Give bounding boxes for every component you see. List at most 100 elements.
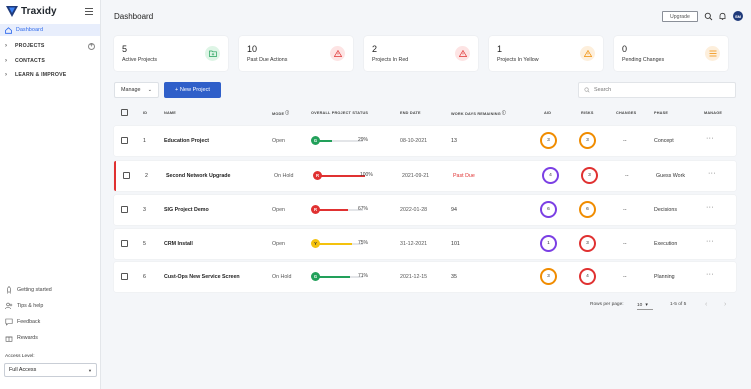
sidebar-item-learn-improve[interactable]: › LEARN & IMPROVE xyxy=(0,69,100,81)
status-progress-track xyxy=(321,175,365,177)
bell-icon[interactable] xyxy=(718,12,727,21)
project-name[interactable]: Cust-Ops New Service Screen xyxy=(164,274,240,280)
stat-card[interactable]: 1 Projects In Yellow xyxy=(489,36,603,71)
work-days-remaining: 35 xyxy=(451,274,457,280)
next-page-icon[interactable]: › xyxy=(724,301,726,308)
stat-label: Pending Changes xyxy=(622,57,665,63)
rows-per-page-label: Rows per page: xyxy=(590,302,624,307)
folder-icon xyxy=(205,46,220,61)
more-options-icon[interactable]: ··· xyxy=(706,135,714,142)
column-header-mode[interactable]: MODE ⓘ xyxy=(272,111,289,116)
end-date: 31-12-2021 xyxy=(400,241,428,247)
column-header-phase[interactable]: PHASE xyxy=(654,111,668,115)
previous-page-icon[interactable]: ‹ xyxy=(705,301,707,308)
table-row[interactable]: 1 Education Project Open G 29% 08-10-202… xyxy=(114,126,736,156)
column-header-status[interactable]: OVERALL PROJECT STATUS xyxy=(311,111,368,115)
aid-count[interactable]: 3 xyxy=(540,268,557,285)
column-header-aid[interactable]: AID xyxy=(544,111,551,115)
warning-icon xyxy=(455,46,470,61)
upgrade-button[interactable]: Upgrade xyxy=(662,11,698,22)
sidebar-item-label: Dashboard xyxy=(16,27,44,33)
manage-dropdown[interactable]: Manage ⌄ xyxy=(114,82,159,98)
overall-status: G 29% xyxy=(311,136,377,146)
overall-status: R 100% xyxy=(313,171,379,181)
project-name[interactable]: Second Network Upgrade xyxy=(166,173,230,179)
row-checkbox[interactable] xyxy=(123,172,130,179)
row-checkbox[interactable] xyxy=(121,273,128,280)
row-checkbox[interactable] xyxy=(121,240,128,247)
risks-count[interactable]: 3 xyxy=(579,132,596,149)
stat-card[interactable]: 5 Active Projects xyxy=(114,36,228,71)
stat-card[interactable]: 0 Pending Changes xyxy=(614,36,728,71)
column-header-name[interactable]: NAME xyxy=(164,111,176,115)
project-id: 5 xyxy=(143,241,146,247)
access-level-label: Access Level: xyxy=(5,354,35,359)
tips-help-link[interactable]: Tips & help xyxy=(5,302,43,310)
more-options-icon[interactable]: ··· xyxy=(708,170,716,177)
column-header-manage[interactable]: MANAGE xyxy=(704,111,722,115)
list-icon xyxy=(705,46,720,61)
menu-toggle-icon[interactable] xyxy=(85,8,93,15)
getting-started-link[interactable]: Getting started xyxy=(5,286,52,294)
end-date: 2022-01-28 xyxy=(400,207,428,213)
search-input[interactable] xyxy=(594,87,714,93)
sidebar-item-dashboard[interactable]: Dashboard xyxy=(0,24,100,36)
feedback-link[interactable]: Feedback xyxy=(5,318,40,326)
status-progress-fill xyxy=(319,209,349,211)
search-box[interactable] xyxy=(578,82,736,98)
column-header-changes[interactable]: CHANGES xyxy=(616,111,636,115)
app-logo[interactable]: Traxidy xyxy=(6,6,57,17)
table-row[interactable]: 5 CRM Install Open Y 75% 31-12-2021 101 … xyxy=(114,229,736,259)
status-percent: 67% xyxy=(358,206,369,212)
stat-card[interactable]: 10 Past Due Actions xyxy=(239,36,353,71)
aid-count[interactable]: 1 xyxy=(540,235,557,252)
aid-count[interactable]: 4 xyxy=(542,167,559,184)
table-row[interactable]: 3 SIG Project Demo Open R 67% 2022-01-28… xyxy=(114,195,736,225)
row-checkbox[interactable] xyxy=(121,206,128,213)
risks-count[interactable]: 3 xyxy=(579,235,596,252)
avatar[interactable]: SM xyxy=(733,11,743,21)
stat-card[interactable]: 2 Projects In Red xyxy=(364,36,478,71)
column-header-id[interactable]: ID xyxy=(143,111,147,115)
status-percent: 75% xyxy=(358,240,369,246)
more-options-icon[interactable]: ··· xyxy=(706,271,714,278)
rewards-link[interactable]: Rewards xyxy=(5,334,38,342)
risks-count[interactable]: 3 xyxy=(581,167,598,184)
search-icon[interactable] xyxy=(704,12,713,21)
aid-count[interactable]: 6 xyxy=(540,201,557,218)
app-name: Traxidy xyxy=(21,6,57,17)
more-options-icon[interactable]: ··· xyxy=(706,204,714,211)
sidebar-item-contacts[interactable]: › CONTACTS xyxy=(0,55,100,67)
column-header-risks[interactable]: RISKS xyxy=(581,111,594,115)
new-project-button[interactable]: + New Project xyxy=(164,82,221,98)
table-row[interactable]: 6 Cust-Ops New Service Screen On Hold G … xyxy=(114,262,736,292)
stat-label: Active Projects xyxy=(122,57,158,63)
row-checkbox[interactable] xyxy=(121,137,128,144)
aid-count[interactable]: 3 xyxy=(540,132,557,149)
stat-label: Projects In Red xyxy=(372,57,409,63)
access-level-select[interactable]: Full Access ▼ xyxy=(4,363,97,377)
status-progress-track xyxy=(319,209,363,211)
select-all-checkbox[interactable] xyxy=(121,109,128,116)
project-name[interactable]: SIG Project Demo xyxy=(164,207,209,213)
project-name[interactable]: Education Project xyxy=(164,138,209,144)
project-name[interactable]: CRM Install xyxy=(164,241,193,247)
project-phase: Decisions xyxy=(654,207,677,213)
status-progress-fill xyxy=(319,276,351,278)
sidebar-item-projects[interactable]: › PROJECTS + xyxy=(0,40,100,52)
project-mode: Open xyxy=(272,207,285,213)
column-header-end-date[interactable]: END DATE xyxy=(400,111,421,115)
changes-count: -- xyxy=(625,173,629,179)
chevron-down-icon: ⌄ xyxy=(147,87,152,93)
project-phase: Planning xyxy=(654,274,675,280)
column-header-work-days[interactable]: WORK DAYS REMAINING ⓘ xyxy=(451,111,506,116)
risks-count[interactable]: 4 xyxy=(579,268,596,285)
sidebar: Traxidy Dashboard › PROJECTS + › CONTACT… xyxy=(0,0,101,389)
add-project-icon[interactable]: + xyxy=(88,42,95,50)
rows-per-page-select[interactable]: 10 ▾ xyxy=(637,302,653,310)
project-id: 3 xyxy=(143,207,146,213)
risks-count[interactable]: 6 xyxy=(579,201,596,218)
status-progress-fill xyxy=(319,243,352,245)
table-row[interactable]: 2 Second Network Upgrade On Hold R 100% … xyxy=(114,161,736,191)
more-options-icon[interactable]: ··· xyxy=(706,238,714,245)
